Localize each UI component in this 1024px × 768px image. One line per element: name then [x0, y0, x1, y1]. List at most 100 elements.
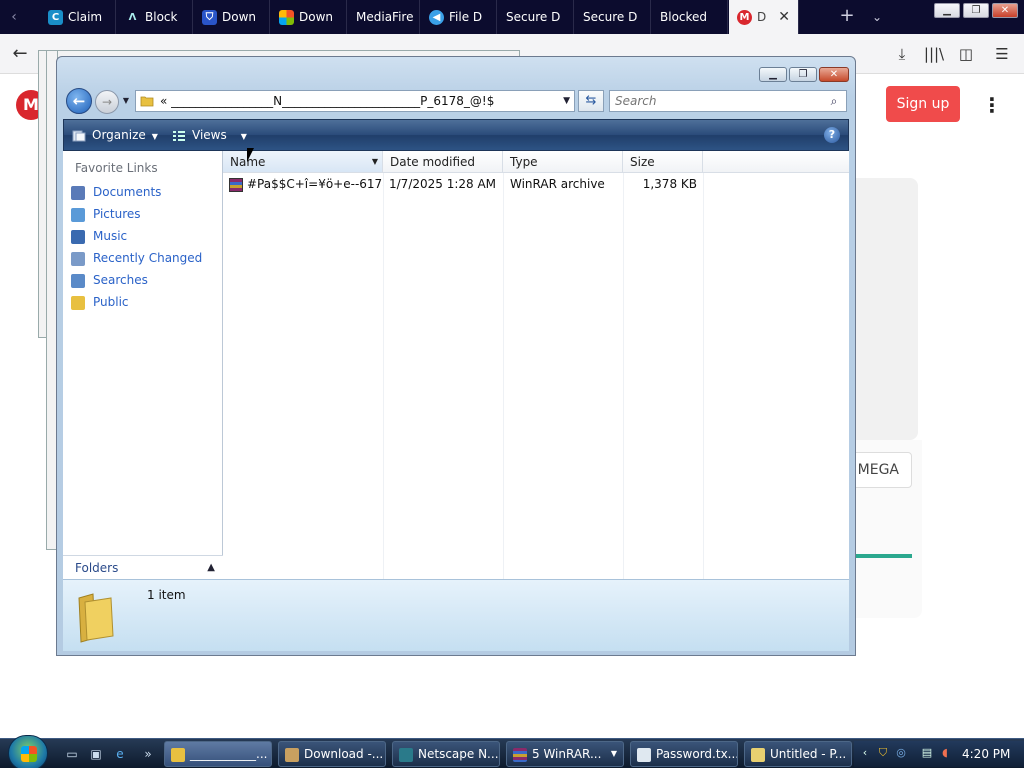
show-desktop-icon[interactable]: ▭	[64, 746, 80, 762]
organize-icon	[72, 130, 86, 141]
views-icon	[173, 130, 185, 141]
browser-tab[interactable]: Blocked	[652, 0, 728, 34]
explorer-forward-icon[interactable]: →	[95, 90, 119, 114]
sidebar-icon[interactable]: ◫	[954, 42, 978, 66]
browser-tab-strip: ‹ C Claim Λ Block ⛉ Down Down MediaFire ◀ Fi…	[0, 0, 1024, 34]
back-arrow-icon[interactable]: ←	[4, 38, 36, 70]
search-icon[interactable]: ⌕	[827, 93, 841, 109]
switch-windows-icon[interactable]: ▣	[88, 746, 104, 762]
documents-icon	[71, 185, 85, 200]
menu-icon[interactable]: ☰	[990, 42, 1014, 66]
file-date-cell: 1/7/2025 1:28 AM	[389, 177, 497, 191]
browser-tab-active[interactable]: MD ✕	[729, 0, 799, 34]
volume-muted-icon[interactable]: ◖	[938, 746, 952, 760]
download-icon[interactable]: ⤓	[890, 42, 914, 66]
views-button[interactable]: Views ▼	[172, 120, 247, 150]
taskbar-item[interactable]: 5 WinRAR... ▼	[506, 741, 624, 767]
address-path: « _________________N____________________…	[160, 94, 495, 108]
mouse-cursor-icon	[247, 148, 254, 162]
security-shield-icon[interactable]: ⛉	[876, 746, 890, 760]
sign-up-button[interactable]: Sign up	[886, 86, 960, 122]
navigation-pane: Favorite Links Documents Pictures Music …	[63, 151, 223, 579]
network-globe-icon[interactable]: ◎	[894, 746, 908, 760]
tab-scroll-left-button[interactable]: ‹	[0, 0, 28, 34]
shield-icon: ⛉	[202, 10, 217, 25]
cloud-icon: ◀	[429, 10, 444, 25]
nav-link-public[interactable]: Public	[71, 292, 129, 312]
column-header-date-modified[interactable]: Date modified	[383, 151, 503, 173]
music-icon	[71, 229, 85, 244]
progress-bar	[856, 554, 912, 558]
mega-button[interactable]: MEGA	[850, 452, 912, 488]
start-button[interactable]	[8, 735, 48, 768]
browser-tab[interactable]: C Claim	[40, 0, 116, 34]
maximize-icon[interactable]: ❐	[963, 3, 989, 18]
nav-link-pictures[interactable]: Pictures	[71, 204, 141, 224]
clock[interactable]: 4:20 PM	[962, 741, 1010, 767]
file-name-cell: #Pa$$C+î=¥ö+e--6178...	[227, 173, 383, 195]
searches-icon	[71, 273, 85, 288]
system-tray: ‹ ⛉ ◎ ▤ ◖ 4:20 PM	[854, 741, 1024, 767]
taskbar: ▭ ▣ e » ___________... Download -... Net…	[0, 735, 1024, 768]
winrar-archive-icon	[229, 177, 243, 192]
taskbar-item[interactable]: Download -...	[278, 741, 386, 767]
explorer-back-icon[interactable]: ←	[66, 88, 92, 114]
help-icon[interactable]: ?	[824, 127, 840, 143]
column-header-type[interactable]: Type	[503, 151, 623, 173]
item-count: 1 item	[147, 588, 186, 602]
paint-icon	[751, 747, 765, 762]
c-icon: C	[48, 10, 63, 25]
quicklaunch-overflow-icon[interactable]: »	[140, 746, 156, 762]
browser-tab[interactable]: Secure D	[575, 0, 651, 34]
minimize-icon[interactable]: ▁	[934, 3, 960, 18]
organize-button[interactable]: Organize ▼	[72, 120, 158, 150]
explorer-close-icon[interactable]: ✕	[819, 67, 849, 82]
mega-icon: M	[737, 10, 752, 25]
command-bar: Organize ▼ Views ▼ ?	[63, 119, 849, 151]
address-dropdown-icon[interactable]: ▼	[563, 91, 570, 111]
close-tab-icon[interactable]: ✕	[778, 0, 790, 34]
browser-tab[interactable]: Λ Block	[117, 0, 193, 34]
explorer-maximize-icon[interactable]: ❐	[789, 67, 817, 82]
address-bar[interactable]: « _________________N____________________…	[135, 90, 575, 112]
sort-dropdown-icon[interactable]: ▼	[372, 151, 378, 173]
column-header-empty	[703, 151, 849, 173]
tab-list-button[interactable]: ⌄	[866, 0, 888, 34]
nav-link-music[interactable]: Music	[71, 226, 127, 246]
file-type-cell: WinRAR archive	[510, 177, 605, 191]
browser-tab[interactable]: Down	[271, 0, 347, 34]
file-row[interactable]: #Pa$$C+î=¥ö+e--6178... 1/7/2025 1:28 AM …	[223, 173, 849, 195]
browser-tab[interactable]: ⛉ Down	[194, 0, 270, 34]
search-input[interactable]	[610, 91, 820, 111]
windows-logo-icon	[21, 746, 37, 762]
browser-tab[interactable]: ◀ File D	[421, 0, 497, 34]
folders-toggle[interactable]: Folders ▲	[63, 555, 223, 579]
folder-icon	[140, 96, 154, 107]
close-icon[interactable]: ✕	[992, 3, 1018, 18]
column-header-size[interactable]: Size	[623, 151, 703, 173]
browser-tab[interactable]: MediaFire	[348, 0, 420, 34]
taskbar-item[interactable]: Netscape N...	[392, 741, 500, 767]
taskbar-item[interactable]: ___________...	[164, 741, 272, 767]
file-size-cell: 1,378 KB	[642, 177, 697, 191]
network-icon[interactable]: ▤	[920, 746, 934, 760]
windows-icon	[279, 10, 294, 25]
kebab-menu-icon[interactable]: ⋮	[982, 90, 1002, 120]
history-dropdown-icon[interactable]: ▼	[121, 95, 131, 107]
browser-tab[interactable]: Secure D	[498, 0, 574, 34]
taskbar-item[interactable]: Untitled - P...	[744, 741, 852, 767]
nav-link-recently-changed[interactable]: Recently Changed	[71, 248, 202, 268]
explorer-minimize-icon[interactable]: ▁	[759, 67, 787, 82]
library-icon[interactable]: |||\	[922, 42, 946, 66]
tray-expand-icon[interactable]: ‹	[858, 746, 872, 760]
nav-link-searches[interactable]: Searches	[71, 270, 148, 290]
new-tab-button[interactable]: +	[836, 0, 858, 34]
internet-explorer-icon[interactable]: e	[112, 746, 128, 762]
a-icon: Λ	[128, 12, 137, 23]
file-list: Name ▼ Date modified Type Size #Pa$$C+î=¥…	[223, 151, 849, 579]
public-folder-icon	[71, 295, 85, 310]
taskbar-item[interactable]: Password.tx...	[630, 741, 738, 767]
nav-link-documents[interactable]: Documents	[71, 182, 161, 202]
refresh-icon[interactable]: ⇆	[578, 90, 604, 112]
favorite-links-heading: Favorite Links	[75, 161, 158, 175]
